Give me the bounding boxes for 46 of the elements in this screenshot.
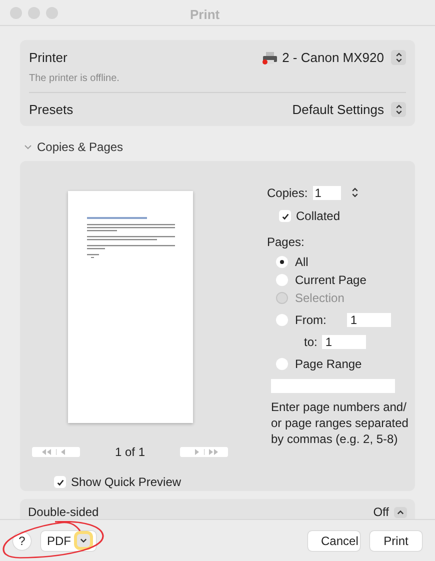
to-field[interactable]: 1 (322, 335, 366, 349)
stepper-icon[interactable] (391, 50, 406, 66)
printer-icon (262, 50, 278, 65)
pdf-button[interactable]: PDF (41, 530, 96, 550)
radio-label: Current Page (295, 272, 366, 289)
printer-label: Printer (29, 49, 68, 67)
radio-button[interactable] (276, 358, 288, 370)
page-range-field[interactable] (271, 379, 395, 393)
radio-button[interactable] (276, 314, 288, 326)
window-control-icon[interactable] (28, 6, 40, 18)
pages-label: Pages: (267, 234, 306, 251)
help-button[interactable]: ? (13, 532, 31, 550)
presets-value: Default Settings (292, 100, 384, 119)
previous-page-buttons[interactable] (32, 447, 80, 457)
stepper-icon[interactable] (391, 102, 406, 117)
radio-label: From: (295, 312, 326, 329)
next-page-buttons[interactable] (180, 447, 228, 457)
window-control-icon[interactable] (46, 6, 58, 18)
printer-value: 2 - Canon MX920 (282, 49, 384, 67)
dialog-button[interactable]: Print (370, 530, 422, 550)
section-header[interactable]: Copies & Pages (20, 138, 415, 156)
radio-label: All (295, 254, 308, 271)
copies-label: Copies: (267, 185, 308, 202)
to-label: to: (304, 334, 318, 351)
window-title: Print (190, 6, 220, 24)
checkbox-label: Show Quick Preview (71, 474, 182, 491)
printer-status: The printer is offline. (29, 72, 120, 86)
radio-label: Page Range (295, 356, 362, 373)
stepper-icon[interactable] (350, 186, 359, 200)
checkbox-label: Collated (296, 208, 340, 225)
checkbox[interactable] (279, 210, 291, 222)
radio-button[interactable] (276, 256, 288, 268)
chevron-icon[interactable] (394, 506, 407, 518)
chevron-icon (77, 534, 90, 547)
from-field[interactable]: 1 (347, 313, 392, 327)
double-sided-label: Double-sided (28, 504, 99, 521)
radio-button[interactable] (276, 274, 288, 286)
window-control-icon[interactable] (10, 6, 22, 18)
radio-label: Selection (295, 290, 344, 307)
checkbox[interactable] (54, 476, 66, 488)
double-sided-value: Off (373, 504, 389, 521)
page-indicator: 1 of 1 (114, 444, 146, 461)
help-text: Enter page numbers and/ or page ranges separated by commas (e.g. 2, 5-8) (271, 399, 409, 447)
presets-label: Presets (29, 100, 74, 118)
copies-field[interactable]: 1 (312, 186, 341, 200)
dialog-button[interactable]: Cancel (308, 530, 360, 550)
